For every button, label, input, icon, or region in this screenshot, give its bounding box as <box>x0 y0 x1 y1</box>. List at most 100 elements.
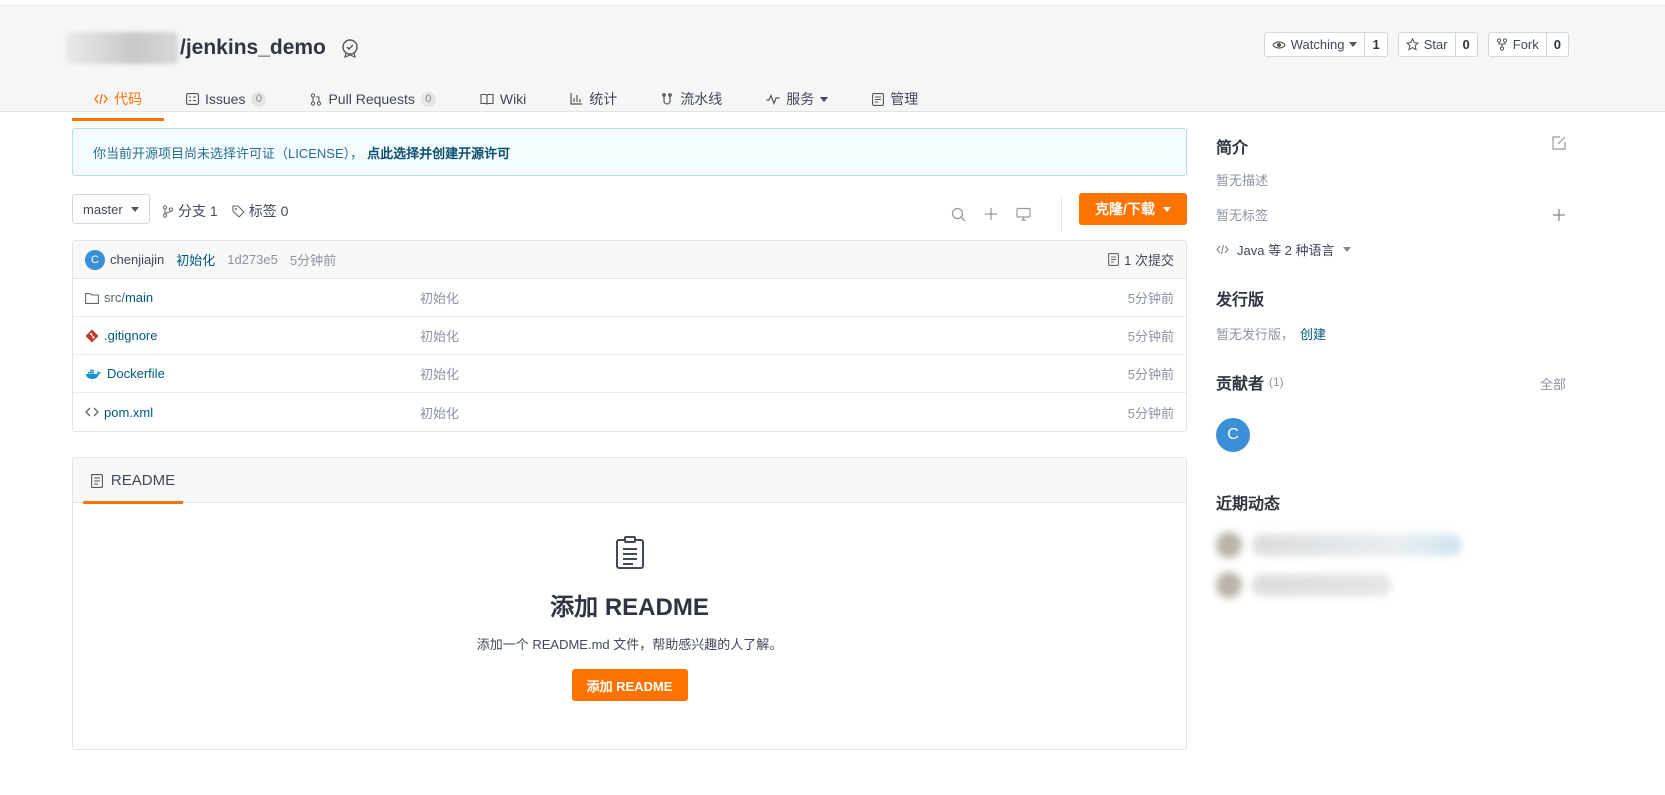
docker-icon <box>86 369 102 379</box>
fork-label[interactable]: Fork <box>1489 33 1546 56</box>
chevron-down-icon <box>1349 42 1358 47</box>
add-readme-button[interactable]: 添加 README <box>571 669 688 701</box>
tab-service[interactable]: 服务 <box>744 79 850 119</box>
watch-count[interactable]: 1 <box>1364 33 1386 56</box>
language-row[interactable]: Java 等 2 种语言 <box>1216 240 1351 259</box>
no-tags-text: 暂无标签 <box>1216 208 1269 223</box>
tab-service-label: 服务 <box>786 91 815 107</box>
clone-download-button[interactable]: 克隆/下载 <box>1079 193 1187 225</box>
contributors-all-link[interactable]: 全部 <box>1540 374 1566 393</box>
file-name: pom.xml <box>104 404 154 420</box>
readme-panel: README 添加 README 添加一个 README.md 文件，帮助感兴趣… <box>72 457 1187 750</box>
file-link[interactable]: .gitignore <box>85 328 420 343</box>
tags-link[interactable]: 标签 0 <box>232 201 288 221</box>
repo-tabs: 代码 Issues 0 Pull Requests 0 Wiki 统计 流水线 … <box>72 79 940 121</box>
file-row-src-main: src/main 初始化 5分钟前 <box>73 279 1186 317</box>
readme-empty-state: 添加 README 添加一个 README.md 文件，帮助感兴趣的人了解。 添… <box>73 504 1186 701</box>
branch-select[interactable]: master <box>72 194 150 224</box>
avatar[interactable]: C <box>85 249 105 270</box>
file-name: .gitignore <box>104 328 158 343</box>
plus-icon[interactable] <box>984 207 998 221</box>
tab-wiki[interactable]: Wiki <box>458 79 548 119</box>
commit-count-link[interactable]: 1 次提交 <box>1108 250 1174 269</box>
tab-code[interactable]: 代码 <box>72 79 164 121</box>
document-icon <box>90 473 103 488</box>
commit-message[interactable]: 初始化 <box>176 250 215 269</box>
activity-item-blurred[interactable] <box>1216 572 1392 598</box>
activity-text-blurred <box>1252 574 1392 596</box>
license-create-link[interactable]: 点此选择并创建开源许可 <box>367 146 510 161</box>
owner-name-blurred[interactable] <box>66 32 178 64</box>
edit-icon[interactable] <box>1552 136 1566 150</box>
repo-meta: 分支 1 标签 0 <box>162 201 288 221</box>
tab-manage[interactable]: 管理 <box>850 79 940 119</box>
file-time: 5分钟前 <box>1127 291 1174 306</box>
tab-stats-label: 统计 <box>589 91 618 107</box>
tab-wiki-label: Wiki <box>499 91 527 107</box>
repo-toolbar: master 分支 1 标签 0 克隆/下载 <box>72 193 1187 231</box>
star-count[interactable]: 0 <box>1454 33 1477 56</box>
code-icon <box>94 93 108 105</box>
file-row-pom: pom.xml 初始化 5分钟前 <box>73 393 1186 431</box>
fork-count[interactable]: 0 <box>1545 33 1568 56</box>
search-icon[interactable] <box>951 207 966 222</box>
commit-hash[interactable]: 1d273e5 <box>227 252 278 267</box>
avatar[interactable]: C <box>1216 418 1250 452</box>
readme-document-icon <box>615 536 645 573</box>
watch-text: Watching <box>1290 37 1345 52</box>
tab-issues[interactable]: Issues 0 <box>164 79 288 119</box>
activity-item-blurred[interactable] <box>1216 532 1462 558</box>
tab-stats[interactable]: 统计 <box>548 79 639 119</box>
file-name: Dockerfile <box>107 366 165 381</box>
tag-icon <box>232 204 245 218</box>
file-link[interactable]: src/main <box>85 290 420 305</box>
add-tag-icon[interactable] <box>1552 208 1566 222</box>
release-row: 暂无发行版， 创建 <box>1216 324 1326 343</box>
code-file-icon <box>85 407 99 417</box>
recommend-badge-icon[interactable] <box>340 38 360 58</box>
activity-avatar-blurred <box>1216 572 1242 598</box>
create-release-link[interactable]: 创建 <box>1300 324 1326 343</box>
star-button[interactable]: Star 0 <box>1397 32 1478 57</box>
watch-label[interactable]: Watching <box>1265 33 1365 56</box>
toolbar-tools <box>951 197 1062 231</box>
activity-text-blurred <box>1252 534 1462 556</box>
branches-link[interactable]: 分支 1 <box>162 201 218 221</box>
release-title: 发行版 <box>1216 286 1264 310</box>
fork-button[interactable]: Fork 0 <box>1487 32 1569 57</box>
file-link[interactable]: pom.xml <box>85 405 420 420</box>
latest-commit-row: C chenjiajin 初始化 1d273e5 5分钟前 1 次提交 <box>73 241 1186 279</box>
no-description: 暂无描述 <box>1216 170 1268 189</box>
star-label[interactable]: Star <box>1399 33 1455 56</box>
toolbar-divider <box>1061 197 1062 231</box>
manage-icon <box>872 92 885 106</box>
chevron-down-icon <box>820 96 829 102</box>
fork-icon <box>1496 38 1507 51</box>
file-commit-message[interactable]: 初始化 <box>420 288 459 307</box>
file-commit-message[interactable]: 初始化 <box>420 364 459 383</box>
monitor-icon[interactable] <box>1016 207 1031 221</box>
activity-title: 近期动态 <box>1216 490 1280 514</box>
star-icon <box>1405 38 1419 51</box>
tab-pull-requests[interactable]: Pull Requests 0 <box>288 79 457 119</box>
tab-pipeline[interactable]: 流水线 <box>639 79 744 119</box>
tab-manage-label: 管理 <box>890 91 919 107</box>
branch-name: master <box>83 201 123 217</box>
file-commit-message[interactable]: 初始化 <box>420 403 459 422</box>
file-time: 5分钟前 <box>1127 405 1174 421</box>
file-link[interactable]: Dockerfile <box>85 366 420 381</box>
tab-code-label: 代码 <box>114 91 142 107</box>
file-time: 5分钟前 <box>1127 367 1174 382</box>
readme-tab[interactable]: README <box>83 458 183 504</box>
intro-title: 简介 <box>1216 134 1248 158</box>
wiki-icon <box>480 93 494 105</box>
repo-name-link[interactable]: /jenkins_demo <box>180 36 326 60</box>
fork-text: Fork <box>1512 37 1539 52</box>
code-icon <box>1216 244 1229 255</box>
watch-button[interactable]: Watching 1 <box>1263 32 1388 57</box>
file-commit-message[interactable]: 初始化 <box>420 326 459 345</box>
commit-author[interactable]: chenjiajin <box>110 252 164 267</box>
service-icon <box>766 93 780 105</box>
file-row-dockerfile: Dockerfile 初始化 5分钟前 <box>73 355 1186 393</box>
repo-header: /jenkins_demo Watching 1 Star 0 Fork 0 代… <box>0 6 1665 121</box>
